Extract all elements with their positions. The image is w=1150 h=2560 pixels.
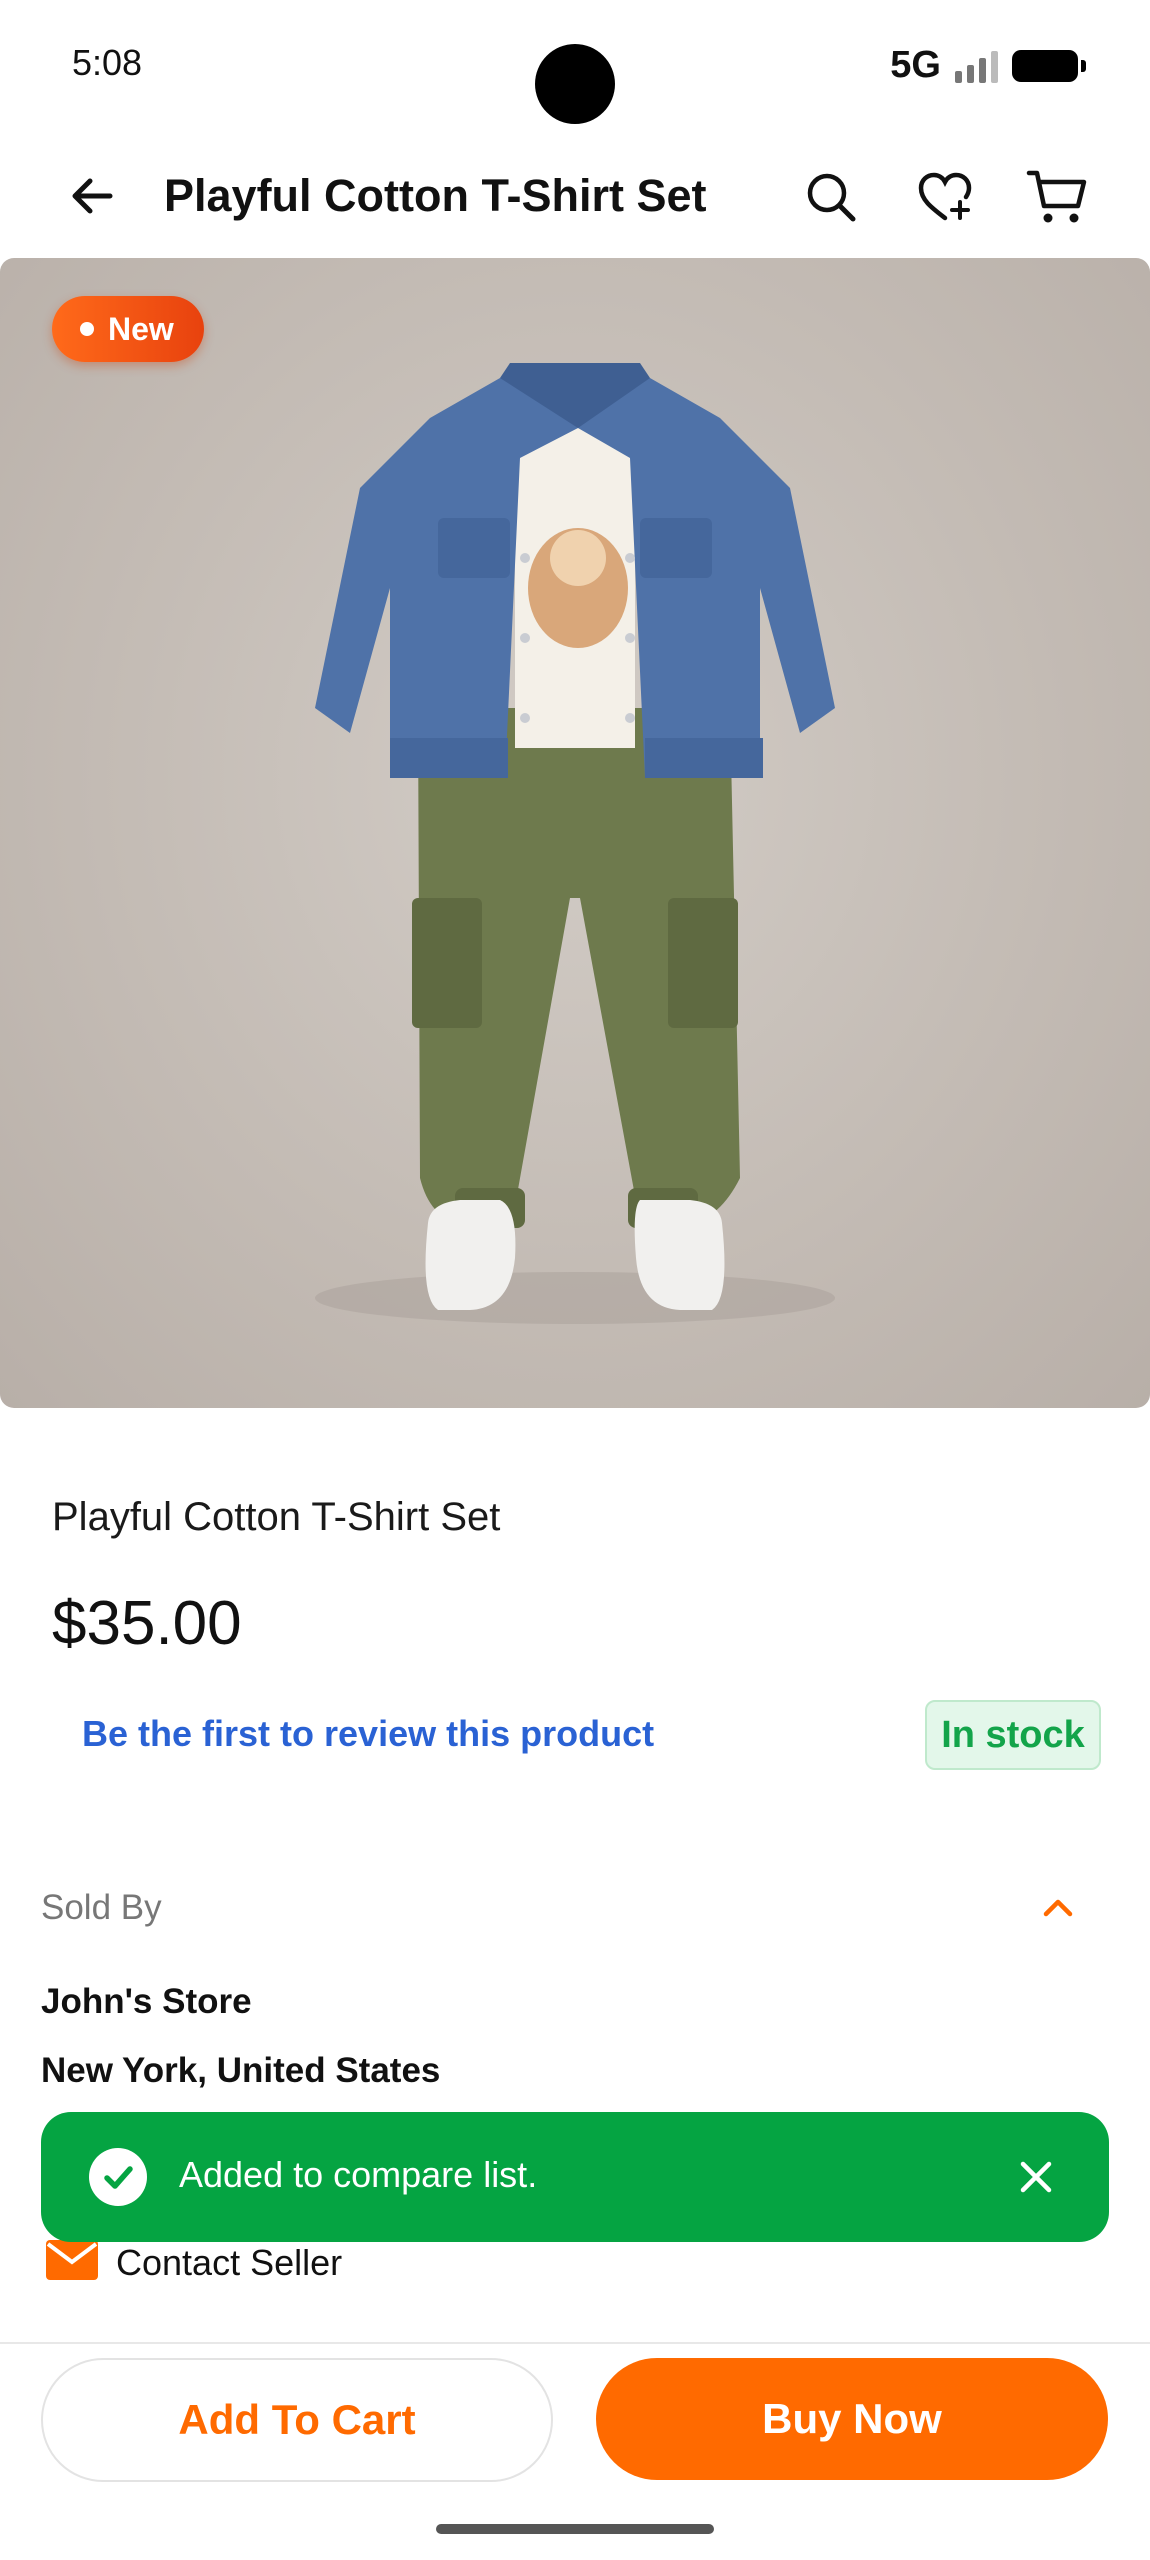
outfit-illustration [315,363,835,1324]
store-name[interactable]: John's Store [41,1982,252,2022]
wishlist-button[interactable] [912,164,978,230]
page-title: Playful Cotton T-Shirt Set [164,170,707,221]
dot-icon [80,322,94,336]
collapse-seller-button[interactable] [1040,1890,1076,1926]
product-image[interactable] [0,258,1150,1408]
camera-cutout [535,44,615,124]
toast-close-button[interactable] [1011,2152,1061,2202]
cart-button[interactable] [1024,164,1090,230]
review-link[interactable]: Be the first to review this product [82,1713,654,1755]
back-button[interactable] [62,166,122,226]
product-price: $35.00 [52,1589,242,1658]
stock-badge: In stock [925,1700,1101,1770]
search-icon [807,173,856,222]
signal-icon [955,49,998,83]
buy-now-button[interactable]: Buy Now [596,2358,1108,2480]
arrow-left-icon [72,178,113,214]
sold-by-label: Sold By [41,1888,162,1927]
new-badge-label: New [108,310,174,347]
bottom-divider [0,2342,1150,2344]
network-label: 5G [890,44,941,86]
battery-icon [1012,49,1086,82]
toast-notification: Added to compare list. [41,2112,1109,2242]
status-icons: 5G [890,44,1086,87]
home-indicator[interactable] [436,2524,714,2534]
toast-message: Added to compare list. [179,2154,538,2195]
heart-plus-icon [918,172,972,221]
search-button[interactable] [798,164,864,230]
mail-icon [46,2240,98,2280]
product-name: Playful Cotton T-Shirt Set [52,1495,501,1539]
new-badge: New [52,296,204,362]
cart-icon [1026,170,1087,223]
status-time: 5:08 [72,42,143,83]
contact-seller-link[interactable]: Contact Seller [116,2242,342,2284]
check-circle-icon [89,2148,147,2206]
close-icon [1020,2161,1052,2193]
chevron-up-icon [1043,1899,1073,1917]
store-location: New York, United States [41,2051,441,2090]
add-to-cart-button[interactable]: Add To Cart [41,2358,553,2482]
